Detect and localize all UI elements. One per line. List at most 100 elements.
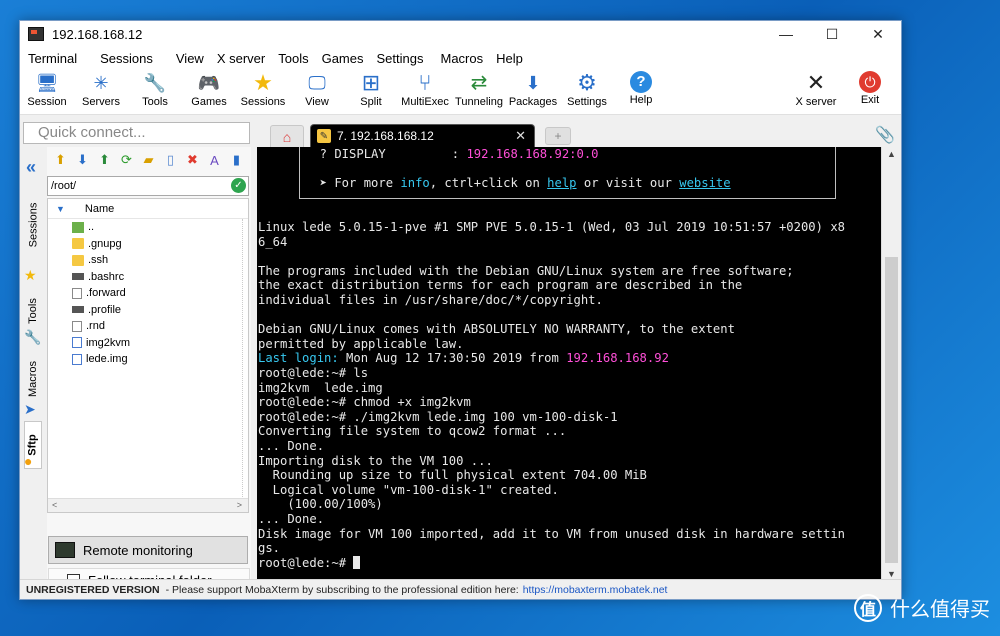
toolbar-settings-button[interactable]: ⚙ Settings xyxy=(560,69,614,109)
menu-help[interactable]: Help xyxy=(492,51,532,66)
remote-monitoring-button[interactable]: Remote monitoring xyxy=(48,536,248,564)
scrollbar-thumb[interactable] xyxy=(885,257,898,563)
toolbar-xserver-button[interactable]: ✕ X server xyxy=(789,69,843,109)
terminal-line: individual files in /usr/share/doc/*/cop… xyxy=(258,293,603,307)
minimize-button[interactable]: — xyxy=(763,21,809,47)
toolbar-view-button[interactable]: 🖵 View xyxy=(290,69,344,108)
list-item[interactable]: .ssh xyxy=(48,252,248,269)
sftp-toolbar: ⬆ ⬇ ⬆ ⟳ ▰ ▯ ✖ A ▮ xyxy=(47,147,251,173)
menu-terminal[interactable]: Terminal xyxy=(24,51,86,66)
toolbar-tools-button[interactable]: 🔧 Tools xyxy=(128,69,182,108)
support-text: - Please support MobaXterm by subscribin… xyxy=(165,583,519,596)
new-tab-button[interactable]: + xyxy=(545,127,571,145)
list-item[interactable]: lede.img xyxy=(48,351,248,368)
document-icon xyxy=(72,287,82,299)
multiexec-icon: ⑂ xyxy=(418,70,432,95)
unregistered-label: UNREGISTERED VERSION xyxy=(26,583,160,596)
mobatek-link[interactable]: https://mobaxterm.mobatek.net xyxy=(523,584,668,596)
permissions-icon[interactable]: ▮ xyxy=(227,151,246,170)
terminal-line: ... Done. xyxy=(258,439,325,453)
list-item[interactable]: .forward xyxy=(48,285,248,302)
menu-x-server[interactable]: X server xyxy=(213,51,274,66)
side-tab-macros[interactable]: Macros xyxy=(24,357,42,401)
tab-session-7[interactable]: ✎ 7. 192.168.168.12 ✕ xyxy=(310,124,535,147)
smzdm-logo-icon: 值 xyxy=(854,593,882,622)
terminal-line: gs. xyxy=(258,541,281,556)
toolbar-exit-button[interactable]: ⏻ Exit xyxy=(843,69,897,108)
menu-sessions[interactable]: Sessions xyxy=(86,51,162,66)
menu-macros[interactable]: Macros xyxy=(432,51,492,66)
toolbar-help-button[interactable]: ? Help xyxy=(614,69,668,106)
menu-view[interactable]: View xyxy=(162,51,213,66)
home-icon: ⌂ xyxy=(282,128,292,145)
list-item[interactable]: .rnd xyxy=(48,318,248,335)
status-bar: UNREGISTERED VERSION - Please support Mo… xyxy=(20,579,901,599)
terminal-line: the exact distribution terms for each pr… xyxy=(258,278,743,293)
terminal-line: root@lede:~# ls xyxy=(258,366,369,380)
toolbar-tunneling-button[interactable]: ⇄ Tunneling xyxy=(452,69,506,108)
refresh-icon[interactable]: ⟳ xyxy=(117,151,136,170)
collapse-sidebar-icon[interactable]: « xyxy=(26,157,36,178)
tools-icon: 🔧 xyxy=(143,73,167,93)
toolbar-servers-button[interactable]: ✳ Servers xyxy=(74,69,128,108)
parent-folder-icon[interactable]: ⬆ xyxy=(51,151,70,170)
toolbar-multiexec-button[interactable]: ⑂ MultiExec xyxy=(398,69,452,109)
terminal-line: Linux lede 5.0.15-1-pve #1 SMP PVE 5.0.1… xyxy=(258,220,845,234)
terminal-output[interactable]: ? DISPLAY : 192.168.168.92:0.0 ➤ For mor… xyxy=(257,147,881,581)
path-ok-icon[interactable]: ✓ xyxy=(231,178,246,193)
help-link[interactable]: help xyxy=(547,176,576,190)
maximize-button[interactable]: ☐ xyxy=(809,21,855,47)
horizontal-scrollbar[interactable]: < > xyxy=(48,498,248,512)
new-file-icon[interactable]: ▯ xyxy=(161,151,180,170)
document-icon xyxy=(72,320,82,332)
tab-label: 7. 192.168.168.12 xyxy=(337,129,434,143)
tab-close-icon[interactable]: ✕ xyxy=(515,128,526,144)
download-icon[interactable]: ⬇ xyxy=(73,151,92,170)
side-tab-tools[interactable]: Tools xyxy=(24,293,42,329)
paperclip-icon[interactable]: 📎 xyxy=(875,125,895,145)
upload-icon[interactable]: ⬆ xyxy=(95,151,114,170)
scroll-up-icon[interactable]: ▲ xyxy=(887,149,896,159)
session-icon: 🖥 xyxy=(35,73,59,93)
terminal-line: permitted by applicable law. xyxy=(258,336,464,351)
new-folder-icon[interactable]: ▰ xyxy=(139,151,158,170)
menu-games[interactable]: Games xyxy=(318,51,373,66)
toolbar-games-button[interactable]: 🎮 Games xyxy=(182,69,236,108)
terminal-scrollbar[interactable]: ▲ ▼ xyxy=(881,147,901,581)
scroll-down-icon[interactable]: ▼ xyxy=(887,569,896,579)
delete-icon[interactable]: ✖ xyxy=(183,151,202,170)
sftp-path-input[interactable]: /root/ ✓ xyxy=(47,176,249,196)
scroll-right-icon[interactable]: > xyxy=(237,500,242,510)
toolbar-split-button[interactable]: ⊞ Split xyxy=(344,69,398,109)
side-tab-sessions[interactable]: Sessions xyxy=(24,195,42,255)
close-button[interactable]: ✕ xyxy=(855,21,901,47)
rename-icon[interactable]: A xyxy=(205,151,224,170)
menu-settings[interactable]: Settings xyxy=(373,51,433,66)
list-item[interactable]: .bashrc xyxy=(48,269,248,286)
file-icon xyxy=(72,273,84,281)
home-tab[interactable]: ⌂ xyxy=(270,125,304,147)
prompt-line: root@lede:~# xyxy=(258,555,361,571)
list-item[interactable]: .. xyxy=(48,219,248,236)
terminal-line: Importing disk to the VM 100 ... xyxy=(258,453,493,468)
toolbar-packages-button[interactable]: ⬇ Packages xyxy=(506,69,560,108)
terminal-line: (100.00/100%) xyxy=(258,497,383,512)
terminal-line: 6_64 xyxy=(258,234,288,249)
toolbar-sessions-button[interactable]: ★ Sessions xyxy=(236,69,290,109)
scroll-left-icon[interactable]: < xyxy=(52,500,57,510)
menu-bar: Terminal Sessions View X server Tools Ga… xyxy=(20,47,901,69)
quick-connect-input[interactable]: Quick connect... xyxy=(23,122,250,144)
terminal-line: ... Done. xyxy=(258,512,325,526)
session-tabs: ⌂ ✎ 7. 192.168.168.12 ✕ + 📎 xyxy=(258,121,901,147)
terminal-line: Logical volume "vm-100-disk-1" created. xyxy=(258,482,559,497)
toolbar-session-button[interactable]: 🖥 Session xyxy=(20,69,74,108)
app-icon xyxy=(28,27,44,41)
document-icon xyxy=(72,337,82,349)
name-column-header[interactable]: Name xyxy=(85,203,114,215)
file-list-header: ▼ Name xyxy=(48,199,248,219)
list-item[interactable]: img2kvm xyxy=(48,335,248,352)
list-item[interactable]: .profile xyxy=(48,302,248,319)
menu-tools[interactable]: Tools xyxy=(274,51,317,66)
website-link[interactable]: website xyxy=(679,176,730,190)
list-item[interactable]: .gnupg xyxy=(48,236,248,253)
